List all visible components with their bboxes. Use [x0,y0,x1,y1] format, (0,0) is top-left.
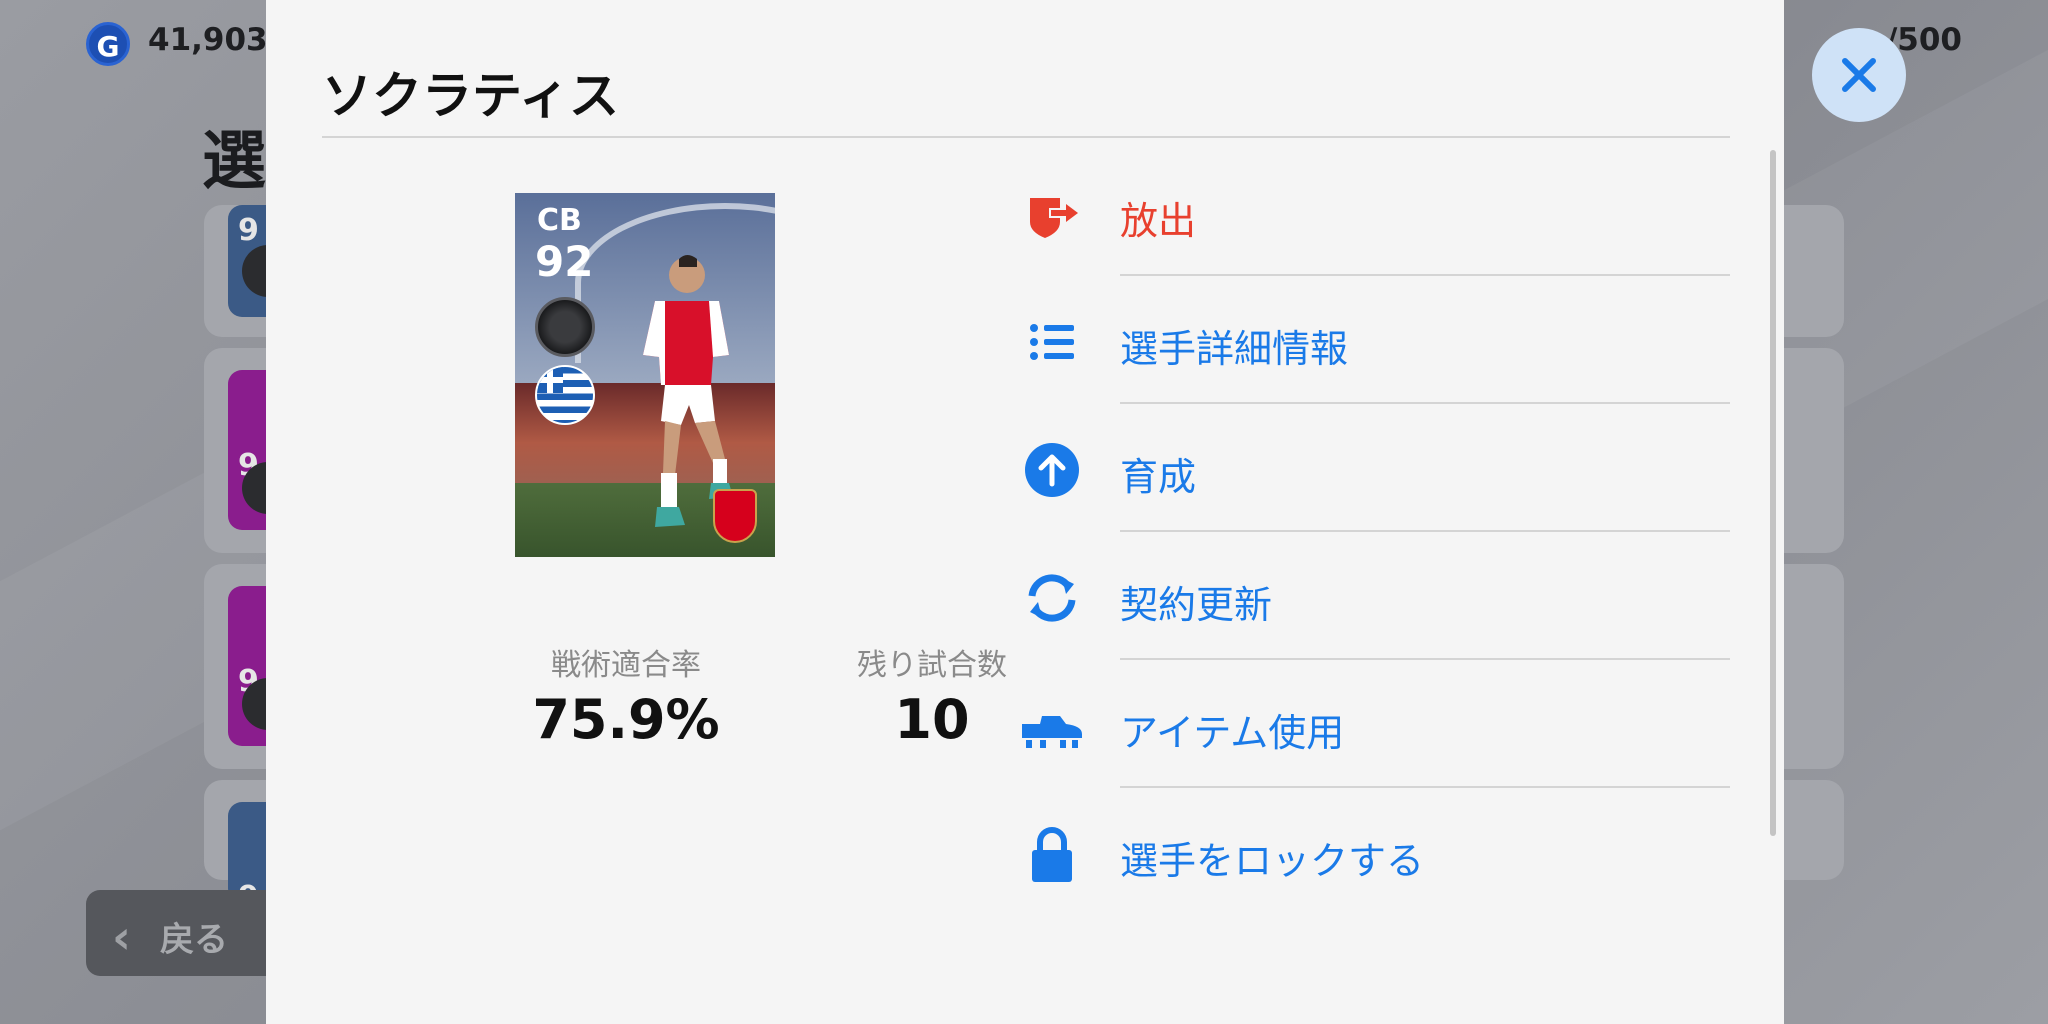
lock-icon [1032,827,1072,882]
refresh-icon [1028,574,1076,622]
list-icon [1030,324,1074,360]
menu-use-item[interactable]: アイテム使用 [1020,662,1730,790]
close-icon [1842,58,1876,92]
arsenal-badge-icon [713,489,757,543]
menu-divider [1120,402,1730,404]
menu-player-details[interactable]: 選手詳細情報 [1020,278,1730,406]
menu-divider [1120,786,1730,788]
menu-player-details-label: 選手詳細情報 [1120,327,1349,371]
remaining-matches-label: 残り試合数 [857,648,1007,683]
gp-coin-icon: G [86,22,130,66]
menu-training[interactable]: 育成 [1020,406,1730,534]
menu-use-item-label: アイテム使用 [1120,711,1345,755]
background-page-title: 選 [202,125,266,199]
gp-balance: 41,903 [148,22,268,58]
menu-lock-player-label: 選手をロックする [1120,839,1425,883]
dialog-title: ソクラティス [322,67,619,125]
menu-divider [1120,530,1730,532]
menu-lock-player[interactable]: 選手をロックする [1020,790,1730,918]
menu-training-label: 育成 [1120,455,1197,499]
title-divider [322,136,1730,138]
menu-contract-renewal[interactable]: 契約更新 [1020,534,1730,662]
greece-flag-icon [535,365,595,425]
player-type-medal-icon [535,297,595,357]
menu-divider [1120,658,1730,660]
remaining-matches-value: 10 [894,688,970,751]
back-button-label: 戻る [160,920,228,960]
player-card[interactable]: CB 92 [515,193,775,557]
tactical-fit-value: 75.9% [532,688,720,751]
player-action-dialog: ソクラティス CB 92 戦術適合率 75.9% 残り試合数 10 放出 選手詳… [266,0,1784,1024]
card-overall-rating: 92 [535,237,594,286]
menu-release[interactable]: 放出 [1020,150,1730,278]
flag-cross [537,377,563,383]
release-icon [1030,198,1078,238]
boot-icon [1022,716,1082,748]
menu-release-label: 放出 [1120,199,1197,243]
tactical-fit-label: 戦術適合率 [551,648,701,683]
background-tile-text: 9 [238,213,259,248]
menu-divider [1120,274,1730,276]
arrow-up-circle-icon [1025,443,1079,497]
scrollbar[interactable] [1770,150,1776,836]
card-position: CB [537,203,582,238]
menu-contract-renewal-label: 契約更新 [1120,583,1273,627]
close-button[interactable] [1812,28,1906,122]
chevron-left-icon: ‹ [112,910,131,964]
